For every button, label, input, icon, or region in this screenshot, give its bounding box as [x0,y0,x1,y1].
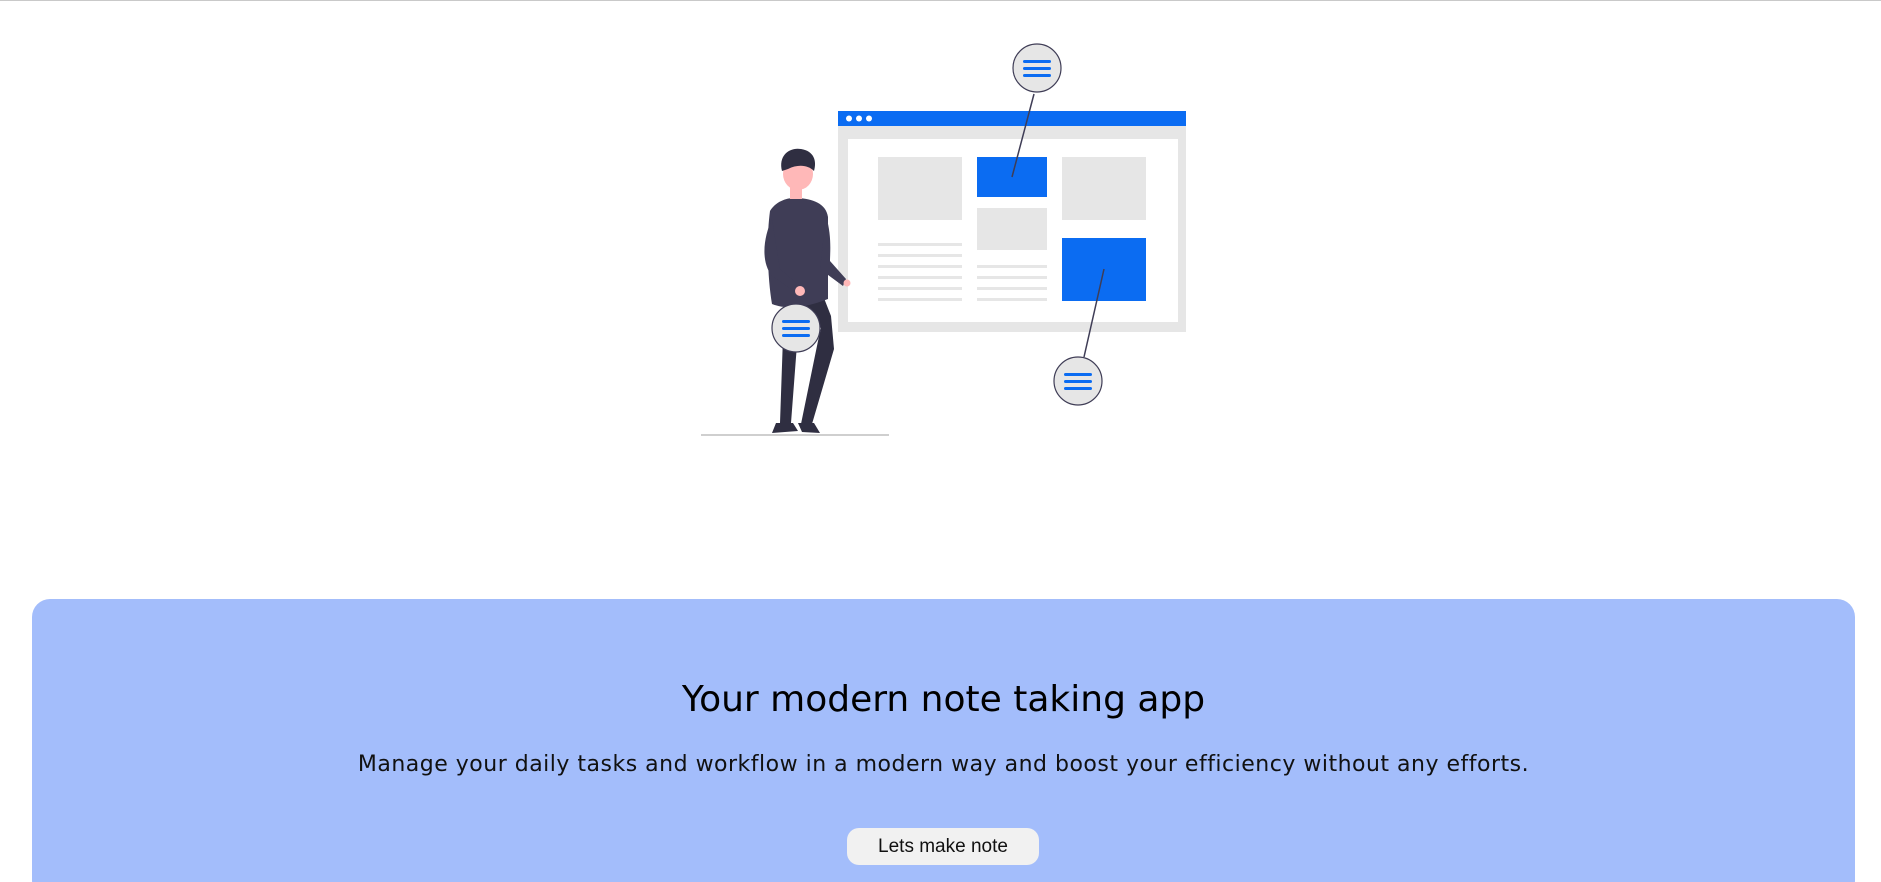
note-bubble-icon [1012,43,1062,93]
content-block [977,208,1047,250]
person-with-browser-window-illustration [701,43,1186,436]
window-dot-icon [866,115,872,122]
make-note-button[interactable]: Lets make note [847,828,1039,865]
hero-cta-panel: Your modern note taking app Manage your … [32,599,1855,882]
hero-illustration [690,31,1200,451]
note-bubble-icon [771,303,821,353]
browser-titlebar [838,111,1186,126]
content-block [1062,157,1146,220]
window-dot-icon [856,115,862,122]
landing-page: Your modern note taking app Manage your … [0,0,1881,882]
content-block [878,157,962,220]
page-title: Your modern note taking app [681,679,1206,720]
person-figure [764,148,851,433]
window-dot-icon [846,115,852,122]
page-subtitle: Manage your daily tasks and workflow in … [357,752,1530,777]
note-bubble-icon [1053,356,1103,406]
